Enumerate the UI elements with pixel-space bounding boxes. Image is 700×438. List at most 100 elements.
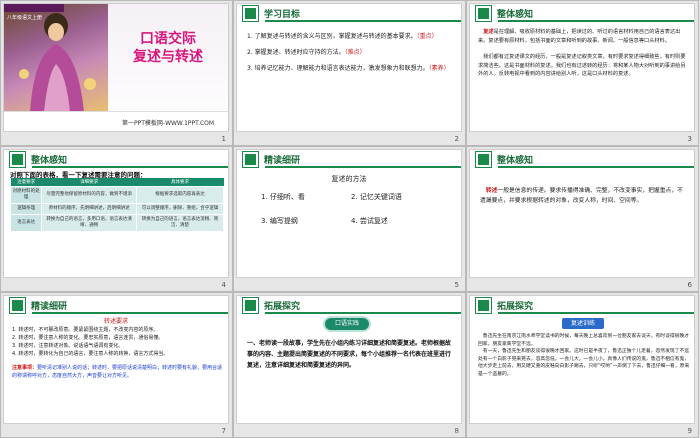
slide-header: 整体感知 [470,150,694,168]
header-rule [265,312,461,314]
body-text: 复述是在理解、吸收原材料的基础上，把读过的、听过的语言材料用自己的语言表达出来。… [478,28,688,79]
grade-band: 八年级语文上册 [4,4,64,21]
slide-number: 7 [221,427,226,435]
paragraph-2: 有一天，鲁迅先生和朋友谈得很晚才回家。这时已是半夜了，鲁迅正独个儿走着，忽然发现… [478,349,690,377]
body-text: 转述一般是信息的传递。要求传播得准确、完整，不改变事实，把握重点，不遗漏要点，并… [480,186,686,206]
header-square-icon [476,5,491,21]
slide-footer: 第一PPT模板网-WWW.1PPT.COM [4,111,228,131]
header-square-icon [476,297,491,313]
header-rule [265,166,461,168]
header-rule [265,20,461,22]
slide-4: 整体感知 对照下面的表格，看一下复述需要注意的问题： 注意要求 详细要求 具体要… [3,149,229,278]
slide-header: 整体感知 [4,150,228,168]
term-highlight: 转述 [485,188,498,194]
slide-number: 4 [221,281,226,289]
section-subtitle: 转述要求 [103,318,128,325]
slide-header: 精读细研 [237,150,461,168]
table-cell: 可以调整顺序，删除、重组，合乎逻辑 [136,203,224,215]
table-cell: 语言表达 [9,214,43,232]
header-rule [32,166,228,168]
slide-header: 拓展探究 [237,296,461,314]
header-title: 学习目标 [264,9,301,20]
slide-header: 拓展探究 [470,296,694,314]
paragraph-1: 一般是信息的传递。要求传播得准确、完整，不改变事实，把握重点，不遗漏要点，并要求… [480,188,683,204]
slide-thumb-1[interactable]: 八年级语文上册 口语交际 复述与转述 第一PPT模板网-WWW.1PPT.COM… [0,0,233,146]
paragraph-2: 我们都有过复述课文的经历，一般是复述记叙类文章，有时要求复述得细致些，有时则要求… [478,54,686,77]
methods-grid: 1. 仔细听、看 2. 记忆关键词语 3. 编写提纲 4. 尝试复述 [261,192,441,226]
slide-header: 精读细研 [4,296,228,314]
title-line-2: 复述与转述 [133,49,203,65]
table-cell: 转换为自己的语言，多用口语，语言表达清晰、通畅 [41,214,138,232]
slide-number: 5 [454,281,459,289]
slide-number: 8 [454,427,459,435]
header-rule [498,20,694,22]
table-cell: 对原材料的处理 [9,186,43,204]
slide-header: 整体感知 [470,4,694,22]
slide-5: 精读细研 复述的方法 1. 仔细听、看 2. 记忆关键词语 3. 编写提纲 4.… [236,149,462,278]
slide-thumb-8[interactable]: 拓展探究 口语实践 一、老师读一段故事，学生先在小组内练习详细复述和简要复述。老… [233,292,466,438]
header-title: 整体感知 [31,155,68,166]
comparison-table: 注意要求 详细要求 具体要求 对原材料的处理 尽量完整地保留原材料的内容，做到不… [9,178,224,232]
header-title: 整体感知 [497,9,534,20]
table-cell: 原材料的顺序，先明细讲述，后明细讲述 [41,203,138,215]
list-item: 4. 转述时，要转化为自己的语言，要注意人称的转换，语言方式得当。 [12,351,169,357]
requirements-list: 1. 转述时，不可篡改原意。要紧紧围绕主题，不改变内容的原序。 2. 转述时，要… [12,326,224,380]
slide-number: 3 [687,135,692,143]
slide-thumb-4[interactable]: 整体感知 对照下面的表格，看一下复述需要注意的问题： 注意要求 详细要求 具体要… [0,146,233,292]
list-item: 3. 转述时，注意转述对象。说话语气语调有变化。 [12,343,124,349]
practice-badge: 口语实践 [325,318,369,330]
table-cell: 逻辑条理 [9,203,43,215]
header-square-icon [243,5,258,21]
slide-9: 拓展探究 复述训练 鲁迅先生在南京江南水师学堂读书的时候，每天晚上总喜欢到一位朋… [469,295,695,424]
slide-thumb-5[interactable]: 精读细研 复述的方法 1. 仔细听、看 2. 记忆关键词语 3. 编写提纲 4.… [233,146,466,292]
slide-thumb-7[interactable]: 精读细研 转述要求 1. 转述时，不可篡改原意。要紧紧围绕主题，不改变内容的原序… [0,292,233,438]
header-title: 拓展探究 [264,301,301,312]
header-title: 精读细研 [31,301,68,312]
objective-2: 2. 掌握复述、转述时应守持的方法。（难点） [247,49,366,56]
method-item: 3. 编写提纲 [261,217,298,225]
paragraph-1: 复述是在理解、吸收原材料的基础上，把读过的、听过的语言材料用自己的语言表达出来。… [478,29,681,44]
slide-number: 9 [687,427,692,435]
list-item: 2. 转述时，要注意人称的变化。要忠实原意，语言连贯，通俗易懂。 [12,335,164,341]
table-row: 语言表达 转换为自己的语言，多用口语，语言表达清晰、通畅 转换为自己的语言，语言… [9,214,224,232]
slide-number: 1 [221,135,226,143]
body-text: 一、老师读一段故事，学生先在小组内练习详细复述和简要复述。老师根据故事的内容、主… [247,340,452,369]
header-rule [498,166,694,168]
method-item: 4. 尝试复述 [351,217,388,225]
header-title: 整体感知 [497,155,534,166]
slide-number: 6 [687,281,692,289]
slide-grid: 八年级语文上册 口语交际 复述与转述 第一PPT模板网-WWW.1PPT.COM… [0,0,700,438]
section-subtitle: 复述的方法 [331,175,367,183]
title-line-1: 口语交际 [140,31,196,47]
table-row: 逻辑条理 原材料的顺序，先明细讲述，后明细讲述 可以调整顺序，删除、重组，合乎逻… [9,203,224,215]
slide-thumb-9[interactable]: 拓展探究 复述训练 鲁迅先生在南京江南水师学堂读书的时候，每天晚上总喜欢到一位朋… [466,292,699,438]
method-item: 2. 记忆关键词语 [351,193,402,201]
slide-2: 学习目标 1. 了解复述与转述的含义与区别，掌握复述与转述的基本要求。（重点） … [236,3,462,132]
header-square-icon [476,151,491,167]
header-square-icon [243,151,258,167]
header-square-icon [10,151,25,167]
slide-3: 整体感知 复述是在理解、吸收原材料的基础上，把读过的、听过的语言材料用自己的语言… [469,3,695,132]
header-rule [498,312,694,314]
slide-6: 整体感知 转述一般是信息的传递。要求传播得准确、完整，不改变事实，把握重点，不遗… [469,149,695,278]
objective-1: 1. 了解复述与转述的含义与区别，掌握复述与转述的基本要求。（重点） [247,33,438,40]
paragraph-1: 鲁迅先生在南京江南水师学堂读书的时候，每天晚上总喜欢到一位朋友家去谈天，有时谈得… [478,334,690,347]
body-text: 鲁迅先生在南京江南水师学堂读书的时候，每天晚上总喜欢到一位朋友家去谈天，有时谈得… [478,333,690,379]
slide-number: 2 [454,135,459,143]
table-header-row: 注意要求 详细要求 具体要求 [10,178,224,187]
slide-thumb-3[interactable]: 整体感知 复述是在理解、吸收原材料的基础上，把读过的、听过的语言材料用自己的语言… [466,0,699,146]
slide-header: 学习目标 [237,4,461,22]
table-row: 对原材料的处理 尽量完整地保留原材料的内容，做到不增添 根据要求选取内容再表达 [9,186,224,204]
table-header-cell: 详细要求 [41,178,137,187]
table-header-cell: 注意要求 [10,178,42,187]
slide-1: 八年级语文上册 口语交际 复述与转述 第一PPT模板网-WWW.1PPT.COM [3,3,229,132]
header-rule [32,312,228,314]
training-badge: 复述训练 [562,318,604,329]
objective-3: 3. 培养记忆能力、理解能力和语言表达能力，激发想象力和联想力。（素养） [247,65,450,72]
slide-thumb-6[interactable]: 整体感知 转述一般是信息的传递。要求传播得准确、完整，不改变事实，把握重点，不遗… [466,146,699,292]
footer-text: 第一PPT模板网-WWW.1PPT.COM [122,120,215,127]
table-cell: 尽量完整地保留原材料的内容，做到不增添 [41,186,138,204]
slide-thumb-2[interactable]: 学习目标 1. 了解复述与转述的含义与区别，掌握复述与转述的基本要求。（重点） … [233,0,466,146]
header-square-icon [243,297,258,313]
slide-8: 拓展探究 口语实践 一、老师读一段故事，学生先在小组内练习详细复述和简要复述。老… [236,295,462,424]
